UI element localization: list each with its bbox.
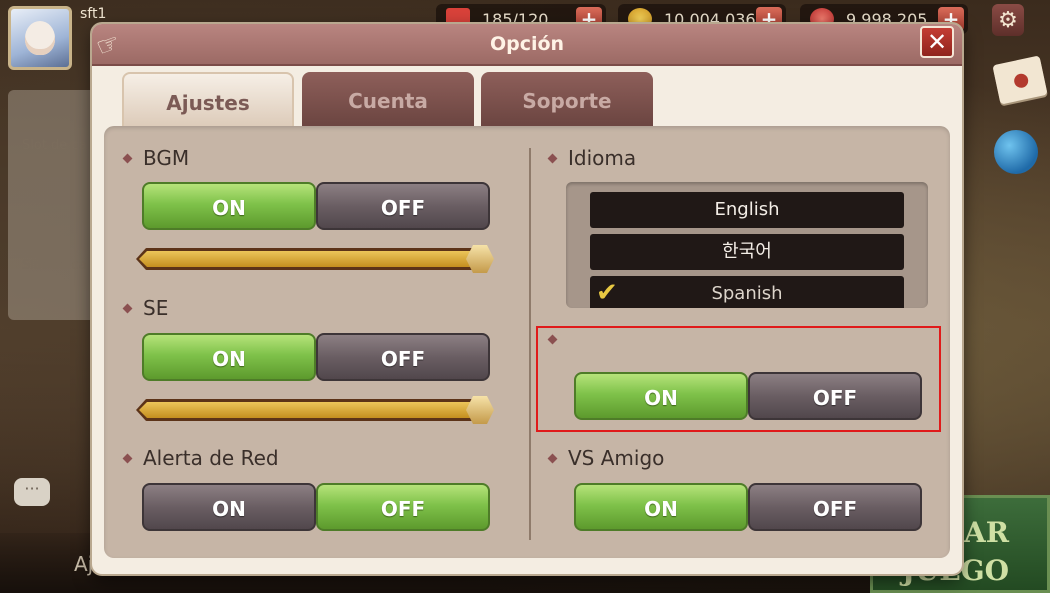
- se-label: SE: [122, 296, 169, 320]
- vs-friend-label: VS Amigo: [547, 446, 665, 470]
- vs-friend-off-button[interactable]: OFF: [748, 483, 922, 531]
- dialog-header: ☞ Opción ✕: [92, 24, 962, 66]
- tab-ajustes[interactable]: Ajustes: [122, 72, 294, 128]
- checkmark-icon: ✔: [596, 278, 618, 308]
- bullet-diamond-icon: [547, 334, 558, 345]
- unlabeled-off-button[interactable]: OFF: [748, 372, 922, 420]
- slot-label: Slot de ca: [22, 258, 87, 273]
- network-alert-label: Alerta de Red: [122, 446, 279, 470]
- player-name: sft1: [80, 6, 107, 22]
- card-slots-panel: Slot de ca Slot de ca: [8, 90, 100, 320]
- se-on-button[interactable]: ON: [142, 333, 316, 381]
- language-option-english[interactable]: English: [590, 192, 904, 228]
- bgm-volume-slider[interactable]: [136, 245, 498, 273]
- bgm-off-button[interactable]: OFF: [316, 182, 490, 230]
- slider-fill: [139, 251, 479, 267]
- network-alert-off-button[interactable]: OFF: [316, 483, 490, 531]
- bottom-menu-label[interactable]: Aj: [74, 552, 93, 576]
- player-avatar[interactable]: [8, 6, 72, 70]
- slider-fill: [139, 402, 479, 418]
- bgm-label-text: BGM: [143, 146, 190, 170]
- network-alert-on-button[interactable]: ON: [142, 483, 316, 531]
- settings-gear-icon[interactable]: ⚙: [992, 4, 1024, 36]
- bgm-on-button[interactable]: ON: [142, 182, 316, 230]
- tab-soporte[interactable]: Soporte: [481, 72, 653, 128]
- se-label-text: SE: [143, 296, 169, 320]
- language-label-text: Idioma: [568, 146, 637, 170]
- bullet-diamond-icon: [122, 303, 133, 313]
- globe-icon[interactable]: [994, 130, 1038, 174]
- bullet-diamond-icon: [547, 453, 558, 463]
- dialog-title: Opción: [489, 33, 565, 55]
- bgm-label: BGM: [122, 146, 190, 170]
- bullet-diamond-icon: [122, 153, 133, 163]
- language-list[interactable]: English 한국어 ✔ Spanish: [566, 182, 928, 308]
- chat-bubble-icon[interactable]: ···: [14, 478, 50, 506]
- se-volume-slider[interactable]: [136, 396, 498, 424]
- language-option-spanish-label: Spanish: [711, 283, 783, 304]
- network-alert-label-text: Alerta de Red: [143, 446, 279, 470]
- language-option-spanish[interactable]: ✔ Spanish: [590, 276, 904, 308]
- se-off-button[interactable]: OFF: [316, 333, 490, 381]
- close-button[interactable]: ✕: [920, 26, 954, 58]
- bullet-diamond-icon: [547, 153, 558, 163]
- unlabeled-on-button[interactable]: ON: [574, 372, 748, 420]
- bullet-diamond-icon: [122, 453, 133, 463]
- options-dialog: ☞ Opción ✕ Ajustes Cuenta Soporte BGM ON…: [92, 24, 962, 574]
- settings-panel: BGM ON OFF SE ON OFF Alerta de Red ON OF…: [104, 126, 950, 558]
- unlabeled-setting-label: [547, 334, 568, 345]
- column-divider: [529, 148, 531, 540]
- language-option-korean[interactable]: 한국어: [590, 234, 904, 270]
- language-label: Idioma: [547, 146, 637, 170]
- slot-label: Slot de ca: [22, 138, 87, 153]
- vs-friend-on-button[interactable]: ON: [574, 483, 748, 531]
- tab-cuenta[interactable]: Cuenta: [302, 72, 474, 128]
- vs-friend-label-text: VS Amigo: [568, 446, 665, 470]
